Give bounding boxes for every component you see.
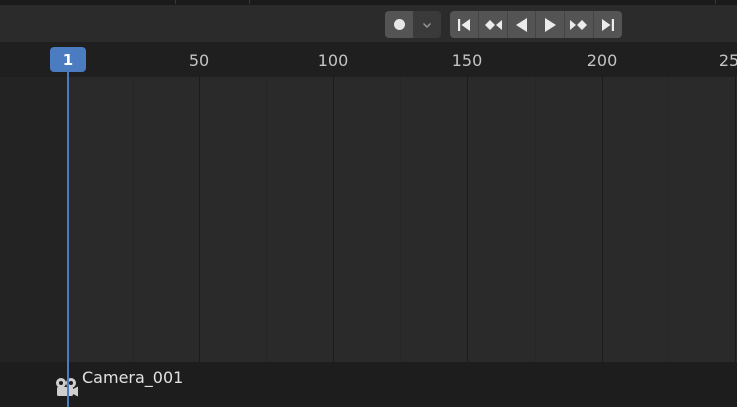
gridline-minor bbox=[535, 77, 536, 362]
timeline-header bbox=[0, 5, 737, 42]
playhead-line[interactable] bbox=[67, 62, 69, 407]
active-object-bar: Camera_001 bbox=[0, 362, 737, 407]
play-icon bbox=[545, 17, 557, 32]
prev-keyframe-icon bbox=[484, 19, 502, 30]
gridline-major bbox=[467, 77, 468, 362]
record-dot-icon bbox=[393, 19, 405, 30]
divider-tick bbox=[175, 0, 176, 4]
play-reverse-button[interactable] bbox=[508, 11, 537, 38]
ruler-label: 25 bbox=[718, 51, 737, 70]
ruler-label: 150 bbox=[451, 51, 483, 70]
gridline-major bbox=[199, 77, 200, 362]
jump-end-icon bbox=[602, 18, 615, 31]
next-keyframe-icon bbox=[570, 19, 588, 30]
jump-to-start-button[interactable] bbox=[450, 11, 479, 38]
current-frame-indicator[interactable]: 1 bbox=[50, 47, 86, 72]
camera-icon bbox=[56, 378, 78, 397]
playback-controls bbox=[450, 11, 622, 38]
chevron-down-icon bbox=[423, 22, 431, 28]
timeline-area[interactable] bbox=[0, 77, 737, 362]
jump-to-end-button[interactable] bbox=[594, 11, 622, 38]
gridline-major bbox=[735, 77, 736, 362]
gridline-minor bbox=[668, 77, 669, 362]
frame-ruler[interactable]: 50 100 150 200 25 bbox=[0, 42, 737, 77]
divider-tick bbox=[249, 0, 250, 4]
play-button[interactable] bbox=[536, 11, 566, 38]
auto-keying-button[interactable] bbox=[385, 11, 413, 38]
gridline-major bbox=[333, 77, 334, 362]
gridline-minor bbox=[133, 77, 134, 362]
gridline-minor bbox=[400, 77, 401, 362]
jump-to-next-keyframe-button[interactable] bbox=[565, 11, 595, 38]
auto-keying-menu-button[interactable] bbox=[413, 11, 441, 38]
ruler-label: 50 bbox=[188, 51, 210, 70]
pre-range-shade bbox=[0, 77, 67, 362]
gridline-minor bbox=[266, 77, 267, 362]
jump-start-icon bbox=[457, 18, 470, 31]
divider-tick bbox=[715, 0, 716, 4]
play-reverse-icon bbox=[515, 17, 527, 32]
object-name: Camera_001 bbox=[82, 368, 184, 387]
ruler-label: 100 bbox=[317, 51, 349, 70]
gridline-major bbox=[602, 77, 603, 362]
auto-keying-group bbox=[385, 11, 441, 38]
jump-to-previous-keyframe-button[interactable] bbox=[479, 11, 508, 38]
ruler-label: 200 bbox=[586, 51, 618, 70]
